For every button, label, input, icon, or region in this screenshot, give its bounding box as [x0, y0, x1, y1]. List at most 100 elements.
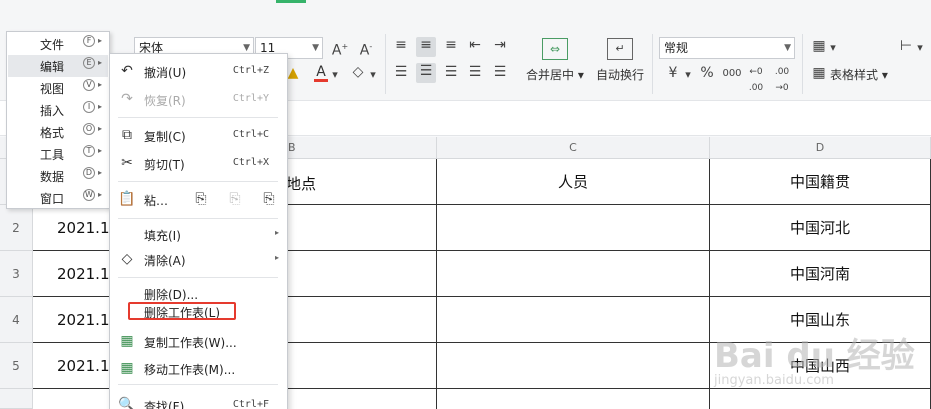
distributed-icon[interactable]: ☰ — [491, 64, 509, 80]
decrease-decimal-icon[interactable]: .00 →0 — [772, 64, 792, 96]
redo-icon: ↷ — [121, 91, 133, 107]
decrease-font-icon[interactable]: A- — [357, 39, 375, 59]
merge-center-label: 合并居中 — [526, 68, 575, 82]
eraser-icon[interactable]: ◇ — [349, 64, 367, 80]
align-right-icon[interactable]: ☰ — [442, 64, 460, 80]
undo-menu-item[interactable]: ↶ 撤消(U) Ctrl+Z — [110, 58, 287, 84]
conditional-format-icon[interactable]: ▦ — [810, 38, 828, 54]
chevron-down-icon[interactable]: ▾ — [368, 67, 378, 83]
menu-divider — [118, 181, 278, 182]
cell-d1[interactable]: 中国籍贯 — [710, 159, 931, 205]
paste-text-icon[interactable]: ⎘ — [226, 190, 244, 208]
align-middle-icon[interactable]: ≡ — [416, 37, 436, 57]
menu-bar-popup: 文件 F ▸ 编辑 E ▸ 视图 V ▸ 插入 I ▸ 格式 O ▸ 工具 T ▸ 数据 D ▸ 窗口 W ▸ — [6, 31, 110, 209]
move-sheet-menu-item[interactable]: ▦ 移动工作表(M)... — [110, 355, 287, 381]
highlight-color-icon[interactable]: ▲ — [287, 65, 299, 81]
menu-item-insert[interactable]: 插入 I ▸ — [8, 99, 108, 121]
menu-item-format[interactable]: 格式 O ▸ — [8, 121, 108, 143]
move-sheet-icon: ▦ — [120, 360, 134, 376]
chevron-down-icon[interactable]: ▾ — [915, 40, 925, 56]
paste-special-icon[interactable]: ⎘ — [260, 190, 278, 208]
menu-item-tools[interactable]: 工具 T ▸ — [8, 143, 108, 165]
column-header-c[interactable]: C — [437, 137, 710, 159]
table-style-icon[interactable]: ▦ — [810, 65, 828, 81]
cell-c[interactable] — [437, 297, 710, 343]
cell-c[interactable] — [437, 251, 710, 297]
baidu-watermark-url: jingyan.baidu.com — [714, 373, 834, 388]
number-format-select[interactable]: 常规 ▼ — [659, 37, 795, 59]
find-menu-item[interactable]: 🔍 查找(F)... Ctrl+F — [110, 392, 287, 409]
increase-font-icon[interactable]: A+ — [331, 39, 349, 59]
align-center-icon[interactable]: ☰ — [416, 63, 436, 83]
cut-menu-item[interactable]: ✂ 剪切(T) Ctrl+X — [110, 150, 287, 176]
paste-icon: 📋 — [118, 191, 136, 207]
increase-decimal-icon[interactable]: ←0.00 — [746, 64, 766, 96]
align-bottom-icon[interactable]: ≡ — [442, 37, 460, 53]
indent-increase-icon[interactable]: ⇥ — [491, 37, 509, 53]
row-header[interactable]: 2 — [0, 205, 33, 251]
format-tool-icon[interactable]: ⊢ — [897, 38, 915, 54]
merge-center-button[interactable]: 合并居中 ▾ — [526, 66, 584, 83]
menu-item-view[interactable]: 视图 V ▸ — [8, 77, 108, 99]
copy-sheet-icon: ▦ — [120, 333, 134, 349]
chevron-down-icon[interactable]: ▾ — [683, 67, 693, 83]
paste-menu-item[interactable]: 📋 粘… ⎘ ⎘ ⎘ — [110, 186, 287, 212]
number-format-value: 常规 — [664, 41, 689, 55]
cell-d[interactable]: 中国河北 — [710, 205, 931, 251]
cell-b1-text: 地点 — [286, 175, 317, 193]
cell-c1[interactable]: 人员 — [437, 159, 710, 205]
edit-submenu: ↶ 撤消(U) Ctrl+Z ↷ 恢复(R) Ctrl+Y ⧉ 复制(C) Ct… — [109, 53, 288, 409]
copy-sheet-menu-item[interactable]: ▦ 复制工作表(W)... — [110, 328, 287, 354]
table-style-label: 表格样式 — [830, 68, 879, 82]
fill-menu-item[interactable]: 填充(I) ▸ — [110, 221, 287, 247]
font-color-icon[interactable]: A — [314, 64, 328, 82]
table-style-button[interactable]: 表格样式 ▾ — [830, 66, 888, 83]
thousands-button[interactable]: 000 — [720, 66, 744, 82]
chevron-down-icon[interactable]: ▾ — [330, 67, 340, 83]
copy-icon: ⧉ — [122, 127, 132, 143]
row-header[interactable]: 5 — [0, 343, 33, 389]
merge-cells-icon[interactable]: ⇔ — [542, 38, 568, 60]
cell-c[interactable] — [437, 389, 710, 409]
delete-menu-item[interactable]: 删除(D)... — [110, 282, 287, 302]
justify-icon[interactable]: ☰ — [466, 64, 484, 80]
cell-d[interactable] — [710, 389, 931, 409]
clear-menu-item[interactable]: ◇ 清除(A) ▸ — [110, 246, 287, 272]
align-left-icon[interactable]: ☰ — [392, 64, 410, 80]
copy-menu-item[interactable]: ⧉ 复制(C) Ctrl+C — [110, 122, 287, 148]
menu-item-window[interactable]: 窗口 W ▸ — [8, 187, 108, 209]
chevron-down-icon: ▼ — [784, 43, 791, 53]
paste-values-icon[interactable]: ⎘ — [192, 190, 210, 208]
cell-c[interactable] — [437, 343, 710, 389]
baidu-watermark-logo: Bai du 经验 — [714, 336, 915, 376]
percent-button[interactable]: % — [698, 65, 716, 81]
wrap-text-icon[interactable]: ↵ — [607, 38, 633, 60]
cell-c[interactable] — [437, 205, 710, 251]
indent-decrease-icon[interactable]: ⇤ — [466, 37, 484, 53]
menu-divider — [118, 277, 278, 278]
menu-item-data[interactable]: 数据 D ▸ — [8, 165, 108, 187]
row-header[interactable] — [0, 389, 33, 409]
cell-d[interactable]: 中国河南 — [710, 251, 931, 297]
redo-menu-item[interactable]: ↷ 恢复(R) Ctrl+Y — [110, 86, 287, 112]
cell-a[interactable]: 2021.10 — [33, 343, 119, 389]
scissors-icon: ✂ — [121, 155, 133, 171]
menu-divider — [118, 384, 278, 385]
cell-a[interactable]: 2021.10 — [33, 205, 119, 251]
highlight-annotation-box — [128, 302, 236, 320]
cell-a[interactable]: 2021.10 — [33, 297, 119, 343]
auto-wrap-button[interactable]: 自动换行 — [596, 66, 644, 83]
column-header-b-label: B — [288, 141, 296, 154]
cell-a[interactable]: 2021.10 — [33, 251, 119, 297]
align-top-icon[interactable]: ≡ — [392, 37, 410, 53]
row-header[interactable]: 3 — [0, 251, 33, 297]
menu-item-file[interactable]: 文件 F ▸ — [8, 33, 108, 55]
active-tab-indicator — [276, 0, 306, 3]
menu-item-edit[interactable]: 编辑 E ▸ — [8, 55, 108, 77]
currency-button[interactable]: ¥ — [664, 65, 682, 81]
chevron-down-icon[interactable]: ▾ — [828, 40, 838, 56]
undo-icon: ↶ — [121, 63, 133, 79]
eraser-icon: ◇ — [121, 251, 133, 267]
column-header-d[interactable]: D — [710, 137, 931, 159]
row-header[interactable]: 4 — [0, 297, 33, 343]
